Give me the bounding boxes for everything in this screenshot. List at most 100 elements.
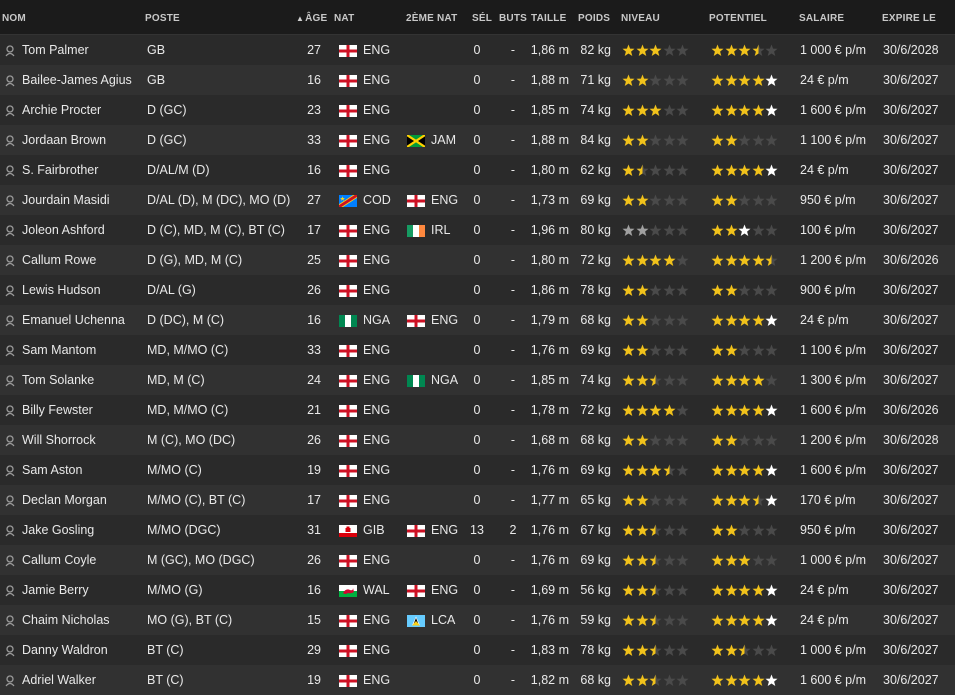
table-row[interactable]: Bailee-James Agius GB 16 ENG 0 -1,88 m 71 kg 24…	[0, 65, 955, 95]
table-row[interactable]: Callum Coyle M (GC), MO (DGC) 26 ENG 0 -1,76 …	[0, 545, 955, 575]
flag-icon	[407, 224, 425, 237]
table-row[interactable]: Declan Morgan M/MO (C), BT (C) 17 ENG 0 -1,77…	[0, 485, 955, 515]
player-contract-expiry: 30/6/2027	[883, 103, 939, 117]
player-caps: 13	[470, 523, 484, 537]
player-name[interactable]: Declan Morgan	[22, 485, 142, 515]
player-position: M (GC), MO (DGC)	[147, 553, 255, 567]
col-header-potentiel[interactable]: POTENTIEL	[709, 0, 767, 34]
table-row[interactable]: Joleon Ashford D (C), MD, M (C), BT (C) 17…	[0, 215, 955, 245]
player-nationality: ENG	[339, 95, 390, 125]
star-icon	[765, 134, 778, 147]
col-header-nat2[interactable]: 2ÈME NAT	[406, 0, 457, 34]
table-row[interactable]: Jordaan Brown D (GC) 33 ENG JAM 0 -1,88 m 84 kg…	[0, 125, 955, 155]
player-nationality: WAL	[339, 575, 390, 605]
col-header-taille[interactable]: TAILLE	[531, 0, 566, 34]
col-header-nom[interactable]: NOM	[2, 0, 26, 34]
player-name[interactable]: Callum Rowe	[22, 245, 142, 275]
col-header-age[interactable]: ▲ÂGE	[296, 0, 327, 34]
table-row[interactable]: Will Shorrock M (C), MO (DC) 26 ENG 0 -1,68 m…	[0, 425, 955, 455]
star-icon	[622, 44, 635, 57]
star-icon	[725, 194, 738, 207]
player-position: GB	[147, 43, 166, 57]
player-salary: 1 000 € p/m	[800, 43, 867, 57]
table-row[interactable]: Archie Procter D (GC) 23 ENG 0 -1,85 m 74 kg 1 …	[0, 95, 955, 125]
player-name[interactable]: Chaim Nicholas	[22, 605, 142, 635]
col-header-niveau[interactable]: NIVEAU	[621, 0, 660, 34]
nationality-code: ENG	[363, 133, 391, 147]
player-name[interactable]: Archie Procter	[22, 95, 142, 125]
player-name[interactable]: Jamie Berry	[22, 575, 142, 605]
table-row[interactable]: Callum Rowe D (G), MD, M (C) 25 ENG 0 -1,80 m…	[0, 245, 955, 275]
player-name[interactable]: Lewis Hudson	[22, 275, 142, 305]
player-name[interactable]: Jordaan Brown	[22, 125, 142, 155]
player-name[interactable]: Callum Coyle	[22, 545, 142, 575]
star-icon	[636, 254, 649, 267]
player-contract-expiry: 30/6/2027	[883, 313, 939, 327]
col-header-nat[interactable]: NAT	[334, 0, 354, 34]
player-name[interactable]: S. Fairbrother	[22, 155, 142, 185]
table-row[interactable]: Jake Gosling M/MO (DGC) 31 GIB ENG 13 2 1,76 m 6…	[0, 515, 955, 545]
player-contract-expiry: 30/6/2028	[883, 43, 939, 57]
col-header-expire[interactable]: EXPIRE LE	[882, 0, 936, 34]
player-nationality: ENG	[339, 365, 390, 395]
player-name[interactable]: Jake Gosling	[22, 515, 142, 545]
player-potential-ability	[711, 245, 779, 275]
player-contract-expiry: 30/6/2026	[883, 253, 939, 267]
flag-icon	[407, 614, 425, 627]
table-row[interactable]: Emanuel Uchenna D (DC), M (C) 16 NGA ENG 0 -1,…	[0, 305, 955, 335]
nationality-code: IRL	[431, 223, 451, 237]
table-row[interactable]: Lewis Hudson D/AL (G) 26 ENG 0 -1,86 m 78 kg 90…	[0, 275, 955, 305]
nationality-code: ENG	[363, 673, 391, 687]
col-header-salaire[interactable]: SALAIRE	[799, 0, 844, 34]
col-header-poids[interactable]: POIDS	[578, 0, 610, 34]
player-age: 26	[307, 283, 321, 297]
table-row[interactable]: Tom Solanke MD, M (C) 24 ENG NGA 0 -1,85 m 74 k…	[0, 365, 955, 395]
player-height: 1,83 m	[530, 643, 569, 657]
nationality-code: ENG	[363, 493, 391, 507]
star-icon	[649, 554, 662, 567]
player-name[interactable]: Tom Solanke	[22, 365, 142, 395]
player-height: 1,73 m	[530, 193, 569, 207]
table-row[interactable]: Tom Palmer GB 27 ENG 0 -1,86 m 82 kg 1 000 € p/…	[0, 35, 955, 65]
table-row[interactable]: S. Fairbrother D/AL/M (D) 16 ENG 0 -1,80 m 62 …	[0, 155, 955, 185]
player-name[interactable]: Emanuel Uchenna	[22, 305, 142, 335]
player-name[interactable]: Sam Mantom	[22, 335, 142, 365]
nationality-code: NGA	[363, 313, 391, 327]
player-second-nationality: LCA	[407, 605, 455, 635]
col-header-poste[interactable]: POSTE	[145, 0, 180, 34]
player-age: 16	[307, 73, 321, 87]
flag-icon	[339, 464, 357, 477]
player-caps: 0	[473, 613, 481, 627]
player-name[interactable]: Tom Palmer	[22, 35, 142, 65]
player-icon	[5, 644, 15, 657]
nationality-code: WAL	[363, 583, 390, 597]
player-name[interactable]: Billy Fewster	[22, 395, 142, 425]
col-header-sel[interactable]: SÉL	[472, 0, 492, 34]
star-icon	[738, 194, 751, 207]
table-row[interactable]: Sam Aston M/MO (C) 19 ENG 0 -1,76 m 69 kg 1 600…	[0, 455, 955, 485]
star-icon	[725, 74, 738, 87]
star-icon	[752, 104, 765, 117]
player-name[interactable]: Jourdain Masidi	[22, 185, 142, 215]
table-row[interactable]: Billy Fewster MD, M/MO (C) 21 ENG 0 -1,78 m 72…	[0, 395, 955, 425]
star-icon	[622, 614, 635, 627]
player-position: M/MO (C)	[147, 463, 202, 477]
player-salary: 1 000 € p/m	[800, 643, 867, 657]
table-row[interactable]: Jourdain Masidi D/AL (D), M (DC), MO (D) 2…	[0, 185, 955, 215]
table-row[interactable]: Jamie Berry M/MO (G) 16 WAL ENG 0 -1,69 m 56 kg…	[0, 575, 955, 605]
player-weight: 78 kg	[580, 283, 611, 297]
player-name[interactable]: Joleon Ashford	[22, 215, 142, 245]
player-name[interactable]: Bailee-James Agius	[22, 65, 142, 95]
table-row[interactable]: Danny Waldron BT (C) 29 ENG 0 -1,83 m 78 kg 1 0…	[0, 635, 955, 665]
player-name[interactable]: Sam Aston	[22, 455, 142, 485]
col-header-buts[interactable]: BUTS	[499, 0, 527, 34]
star-icon	[676, 164, 689, 177]
player-name[interactable]: Danny Waldron	[22, 635, 142, 665]
player-salary: 1 300 € p/m	[800, 373, 867, 387]
table-row[interactable]: Sam Mantom MD, M/MO (C) 33 ENG 0 -1,76 m 69 kg…	[0, 335, 955, 365]
table-row[interactable]: Chaim Nicholas MO (G), BT (C) 15 ENG LCA 0 -1,…	[0, 605, 955, 635]
nationality-code: ENG	[363, 373, 391, 387]
player-goals: -	[510, 613, 516, 627]
star-icon	[663, 344, 676, 357]
player-name[interactable]: Will Shorrock	[22, 425, 142, 455]
